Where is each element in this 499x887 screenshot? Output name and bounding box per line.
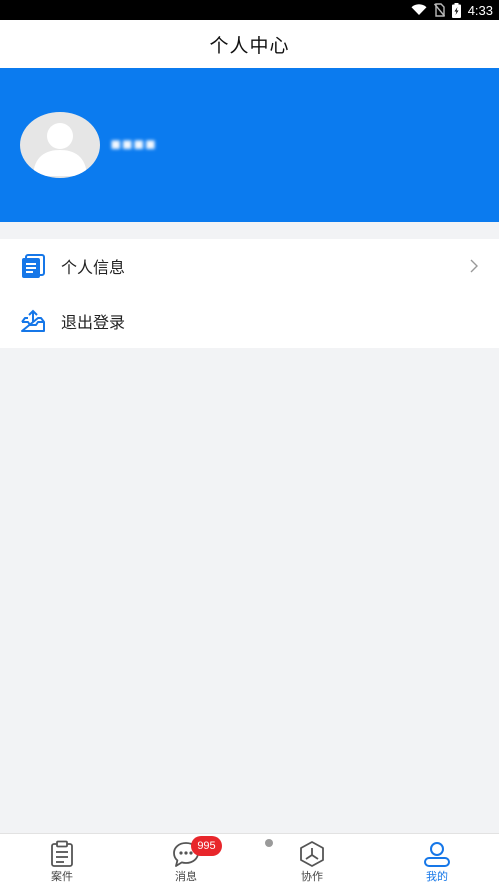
tab-label-cases: 案件 <box>51 870 73 883</box>
status-icons: 4:33 <box>411 0 493 20</box>
document-list-icon <box>22 254 45 278</box>
menu-item-personal-info[interactable]: 个人信息 <box>0 239 499 293</box>
tab-messages[interactable]: 995 消息 <box>124 834 248 887</box>
menu-label-personal-info: 个人信息 <box>61 258 126 277</box>
username: ▪▪▪▪ <box>110 134 157 154</box>
app-header: 个人中心 <box>0 20 499 68</box>
menu-label-logout: 退出登录 <box>61 313 126 332</box>
tab-label-messages: 消息 <box>175 870 197 883</box>
person-icon <box>424 842 450 867</box>
tab-label-collaborate: 协作 <box>301 870 323 883</box>
profile-banner: ▪▪▪▪ <box>0 68 499 222</box>
page-title: 个人中心 <box>209 34 290 57</box>
unread-badge: 995 <box>191 836 222 856</box>
menu-card: 个人信息 退出登录 <box>0 239 499 348</box>
tab-label-mine: 我的 <box>426 870 448 883</box>
no-sim-icon <box>433 3 445 17</box>
tab-cases[interactable]: 案件 <box>0 834 124 887</box>
avatar[interactable] <box>20 112 100 178</box>
bottom-tab-bar: 案件 995 消息 协作 我的 <box>0 833 499 887</box>
status-bar: 4:33 <box>0 0 499 20</box>
chevron-right-icon <box>470 259 478 273</box>
logout-tray-icon <box>21 309 45 332</box>
clipboard-icon <box>51 840 73 867</box>
status-time: 4:33 <box>467 2 493 18</box>
wifi-icon <box>411 4 427 15</box>
default-avatar-icon <box>33 123 87 176</box>
menu-item-logout[interactable]: 退出登录 <box>0 294 499 348</box>
hexagon-collab-icon <box>300 841 324 867</box>
tab-collaborate[interactable]: 协作 <box>250 834 374 887</box>
tab-mine[interactable]: 我的 <box>375 834 499 887</box>
battery-charging-icon <box>451 2 461 18</box>
